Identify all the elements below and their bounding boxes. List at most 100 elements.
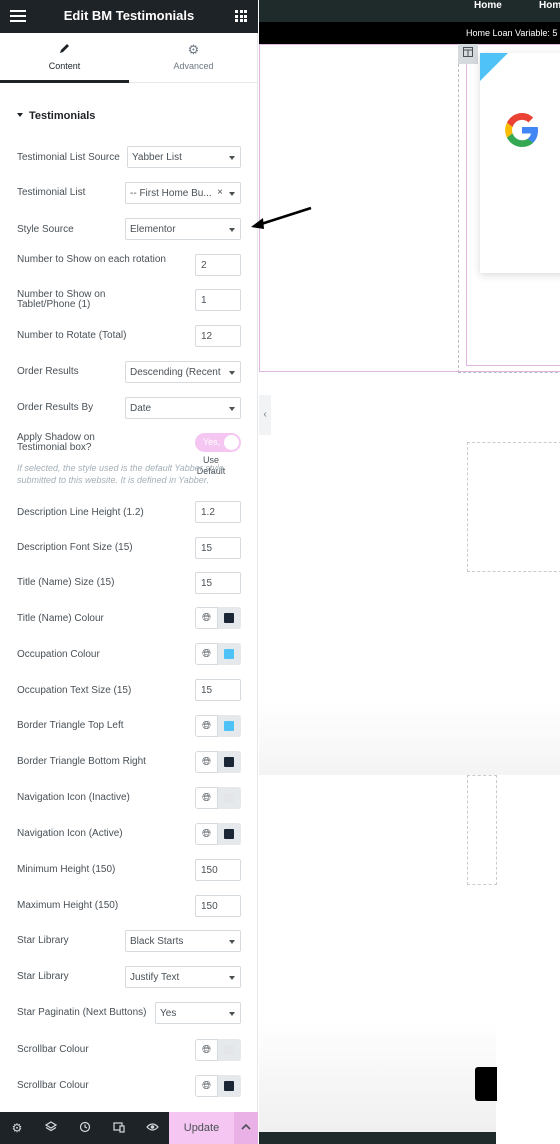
panel-collapse-button[interactable]: ‹ bbox=[259, 395, 271, 435]
eye-icon[interactable] bbox=[145, 1121, 159, 1136]
list-source-label: Testimonial List Source bbox=[17, 152, 120, 163]
empty-column-1[interactable] bbox=[467, 442, 560, 572]
color-swatch[interactable] bbox=[224, 793, 234, 803]
clear-icon[interactable]: × bbox=[217, 187, 223, 198]
color-swatch[interactable] bbox=[224, 1081, 234, 1091]
globe-icon[interactable]: 🌐︎ bbox=[195, 787, 218, 809]
update-options-button[interactable] bbox=[234, 1112, 258, 1144]
globe-icon[interactable]: 🌐︎ bbox=[195, 607, 218, 629]
panel-tabs: Content ⚙ Advanced bbox=[0, 33, 258, 83]
min-height-input[interactable]: 150 bbox=[195, 859, 241, 881]
tab-advanced[interactable]: ⚙ Advanced bbox=[129, 33, 258, 82]
nav-inactive-picker[interactable]: 🌐︎ bbox=[195, 787, 241, 809]
nav-active-label: Navigation Icon (Active) bbox=[17, 828, 123, 839]
rotate-total-label: Number to Rotate (Total) bbox=[17, 330, 127, 341]
nav-home-link[interactable]: Home bbox=[474, 0, 502, 11]
star-library-select[interactable]: Black Starts bbox=[125, 930, 241, 952]
footer-strip bbox=[259, 1132, 496, 1144]
chevron-up-icon bbox=[241, 1122, 251, 1134]
scrollbar-colour-2-picker[interactable]: 🌐︎ bbox=[195, 1075, 241, 1097]
testimonial-list-select[interactable]: -- First Home Bu... × bbox=[125, 182, 241, 204]
globe-icon[interactable]: 🌐︎ bbox=[195, 715, 218, 737]
desc-font-size-label: Description Font Size (15) bbox=[17, 542, 133, 553]
caret-down-icon bbox=[17, 113, 23, 117]
empty-column-2[interactable] bbox=[467, 775, 497, 885]
color-swatch[interactable] bbox=[224, 757, 234, 767]
gear-icon: ⚙ bbox=[187, 42, 200, 57]
editor-panel: Edit BM Testimonials Content ⚙ Advanced … bbox=[0, 0, 258, 1144]
toggle-knob bbox=[224, 435, 239, 450]
scrollbar-colour-picker[interactable]: 🌐︎ bbox=[195, 1039, 241, 1061]
max-height-input[interactable]: 150 bbox=[195, 895, 241, 917]
color-swatch[interactable] bbox=[224, 649, 234, 659]
nav-home-link-2[interactable]: Hom bbox=[539, 0, 560, 11]
preview-canvas: Home Hom Home Loan Variable: 5 ‹ bbox=[259, 0, 560, 1144]
order-results-label: Order Results bbox=[17, 366, 79, 377]
ticker-text: Home Loan Variable: 5 bbox=[466, 28, 558, 38]
shadow-toggle[interactable]: Yes, bbox=[195, 433, 241, 452]
scrollbar-colour-2-label: Scrollbar Colour bbox=[17, 1080, 89, 1091]
panel-header: Edit BM Testimonials bbox=[0, 0, 258, 33]
tri-bottom-right-label: Border Triangle Bottom Right bbox=[17, 756, 146, 767]
layers-icon[interactable] bbox=[44, 1121, 58, 1136]
star-pagination-label: Star Paginatin (Next Buttons) bbox=[17, 1007, 147, 1018]
shadow-description: If selected, the style used is the defau… bbox=[17, 463, 224, 485]
desc-font-size-input[interactable]: 15 bbox=[195, 537, 241, 559]
color-swatch[interactable] bbox=[224, 721, 234, 731]
globe-icon[interactable]: 🌐︎ bbox=[195, 1039, 218, 1061]
rotate-total-input[interactable]: 12 bbox=[195, 325, 241, 347]
tab-content-label: Content bbox=[48, 61, 81, 71]
tri-bottom-right-picker[interactable]: 🌐︎ bbox=[195, 751, 241, 773]
settings-icon[interactable]: ⚙ bbox=[10, 1121, 24, 1135]
show-each-input[interactable]: 2 bbox=[195, 254, 241, 276]
nav-inactive-label: Navigation Icon (Inactive) bbox=[17, 792, 130, 803]
testimonial-card bbox=[480, 53, 560, 273]
pencil-icon bbox=[0, 42, 129, 57]
desc-line-height-label: Description Line Height (1.2) bbox=[17, 507, 144, 518]
color-swatch[interactable] bbox=[224, 1045, 234, 1055]
max-height-label: Maximum Height (150) bbox=[17, 900, 119, 911]
star-library-2-select[interactable]: Justify Text bbox=[125, 966, 241, 988]
nav-active-picker[interactable]: 🌐︎ bbox=[195, 823, 241, 845]
title-colour-picker[interactable]: 🌐︎ bbox=[195, 607, 241, 629]
grey-section-bottom bbox=[259, 1020, 496, 1144]
title-size-input[interactable]: 15 bbox=[195, 572, 241, 594]
style-source-label: Style Source bbox=[17, 224, 74, 235]
cta-button[interactable] bbox=[475, 1067, 497, 1101]
occupation-colour-picker[interactable]: 🌐︎ bbox=[195, 643, 241, 665]
show-each-label: Number to Show on each rotation bbox=[17, 254, 166, 265]
tri-top-left-picker[interactable]: 🌐︎ bbox=[195, 715, 241, 737]
order-by-select[interactable]: Date bbox=[125, 397, 241, 419]
grid-icon[interactable] bbox=[235, 10, 247, 22]
grey-section bbox=[259, 700, 560, 775]
occupation-size-label: Occupation Text Size (15) bbox=[17, 685, 132, 696]
color-swatch[interactable] bbox=[224, 613, 234, 623]
list-source-select[interactable]: Yabber List bbox=[127, 146, 241, 168]
show-tablet-input[interactable]: 1 bbox=[195, 289, 241, 311]
history-icon[interactable] bbox=[78, 1121, 92, 1136]
occupation-size-input[interactable]: 15 bbox=[195, 679, 241, 701]
shadow-toggle-text: Yes, bbox=[203, 437, 221, 447]
order-results-select[interactable]: Descending (Recent bbox=[125, 361, 241, 383]
rate-ticker: Home Loan Variable: 5 bbox=[259, 22, 560, 44]
show-tablet-label: Number to Show on Tablet/Phone (1) bbox=[17, 289, 106, 310]
responsive-icon[interactable] bbox=[112, 1121, 126, 1136]
section-title-label: Testimonials bbox=[29, 110, 96, 122]
star-pagination-select[interactable]: Yes bbox=[155, 1002, 241, 1024]
globe-icon[interactable]: 🌐︎ bbox=[195, 1075, 218, 1097]
column-icon[interactable] bbox=[458, 44, 478, 64]
shadow-label: Apply Shadow on Testimonial box? bbox=[17, 432, 95, 453]
globe-icon[interactable]: 🌐︎ bbox=[195, 643, 218, 665]
section-testimonials[interactable]: Testimonials bbox=[17, 110, 95, 122]
globe-icon[interactable]: 🌐︎ bbox=[195, 751, 218, 773]
color-swatch[interactable] bbox=[224, 829, 234, 839]
globe-icon[interactable]: 🌐︎ bbox=[195, 823, 218, 845]
style-source-select[interactable]: Elementor bbox=[125, 218, 241, 240]
tab-content[interactable]: Content bbox=[0, 33, 129, 83]
update-button[interactable]: Update bbox=[169, 1112, 234, 1144]
desc-line-height-input[interactable]: 1.2 bbox=[195, 501, 241, 523]
testimonial-list-value: -- First Home Bu... bbox=[130, 188, 212, 199]
star-library-2-label: Star Library bbox=[17, 971, 69, 982]
panel-footer: ⚙ Update bbox=[0, 1112, 258, 1144]
site-nav-bar: Home Hom bbox=[259, 0, 560, 22]
